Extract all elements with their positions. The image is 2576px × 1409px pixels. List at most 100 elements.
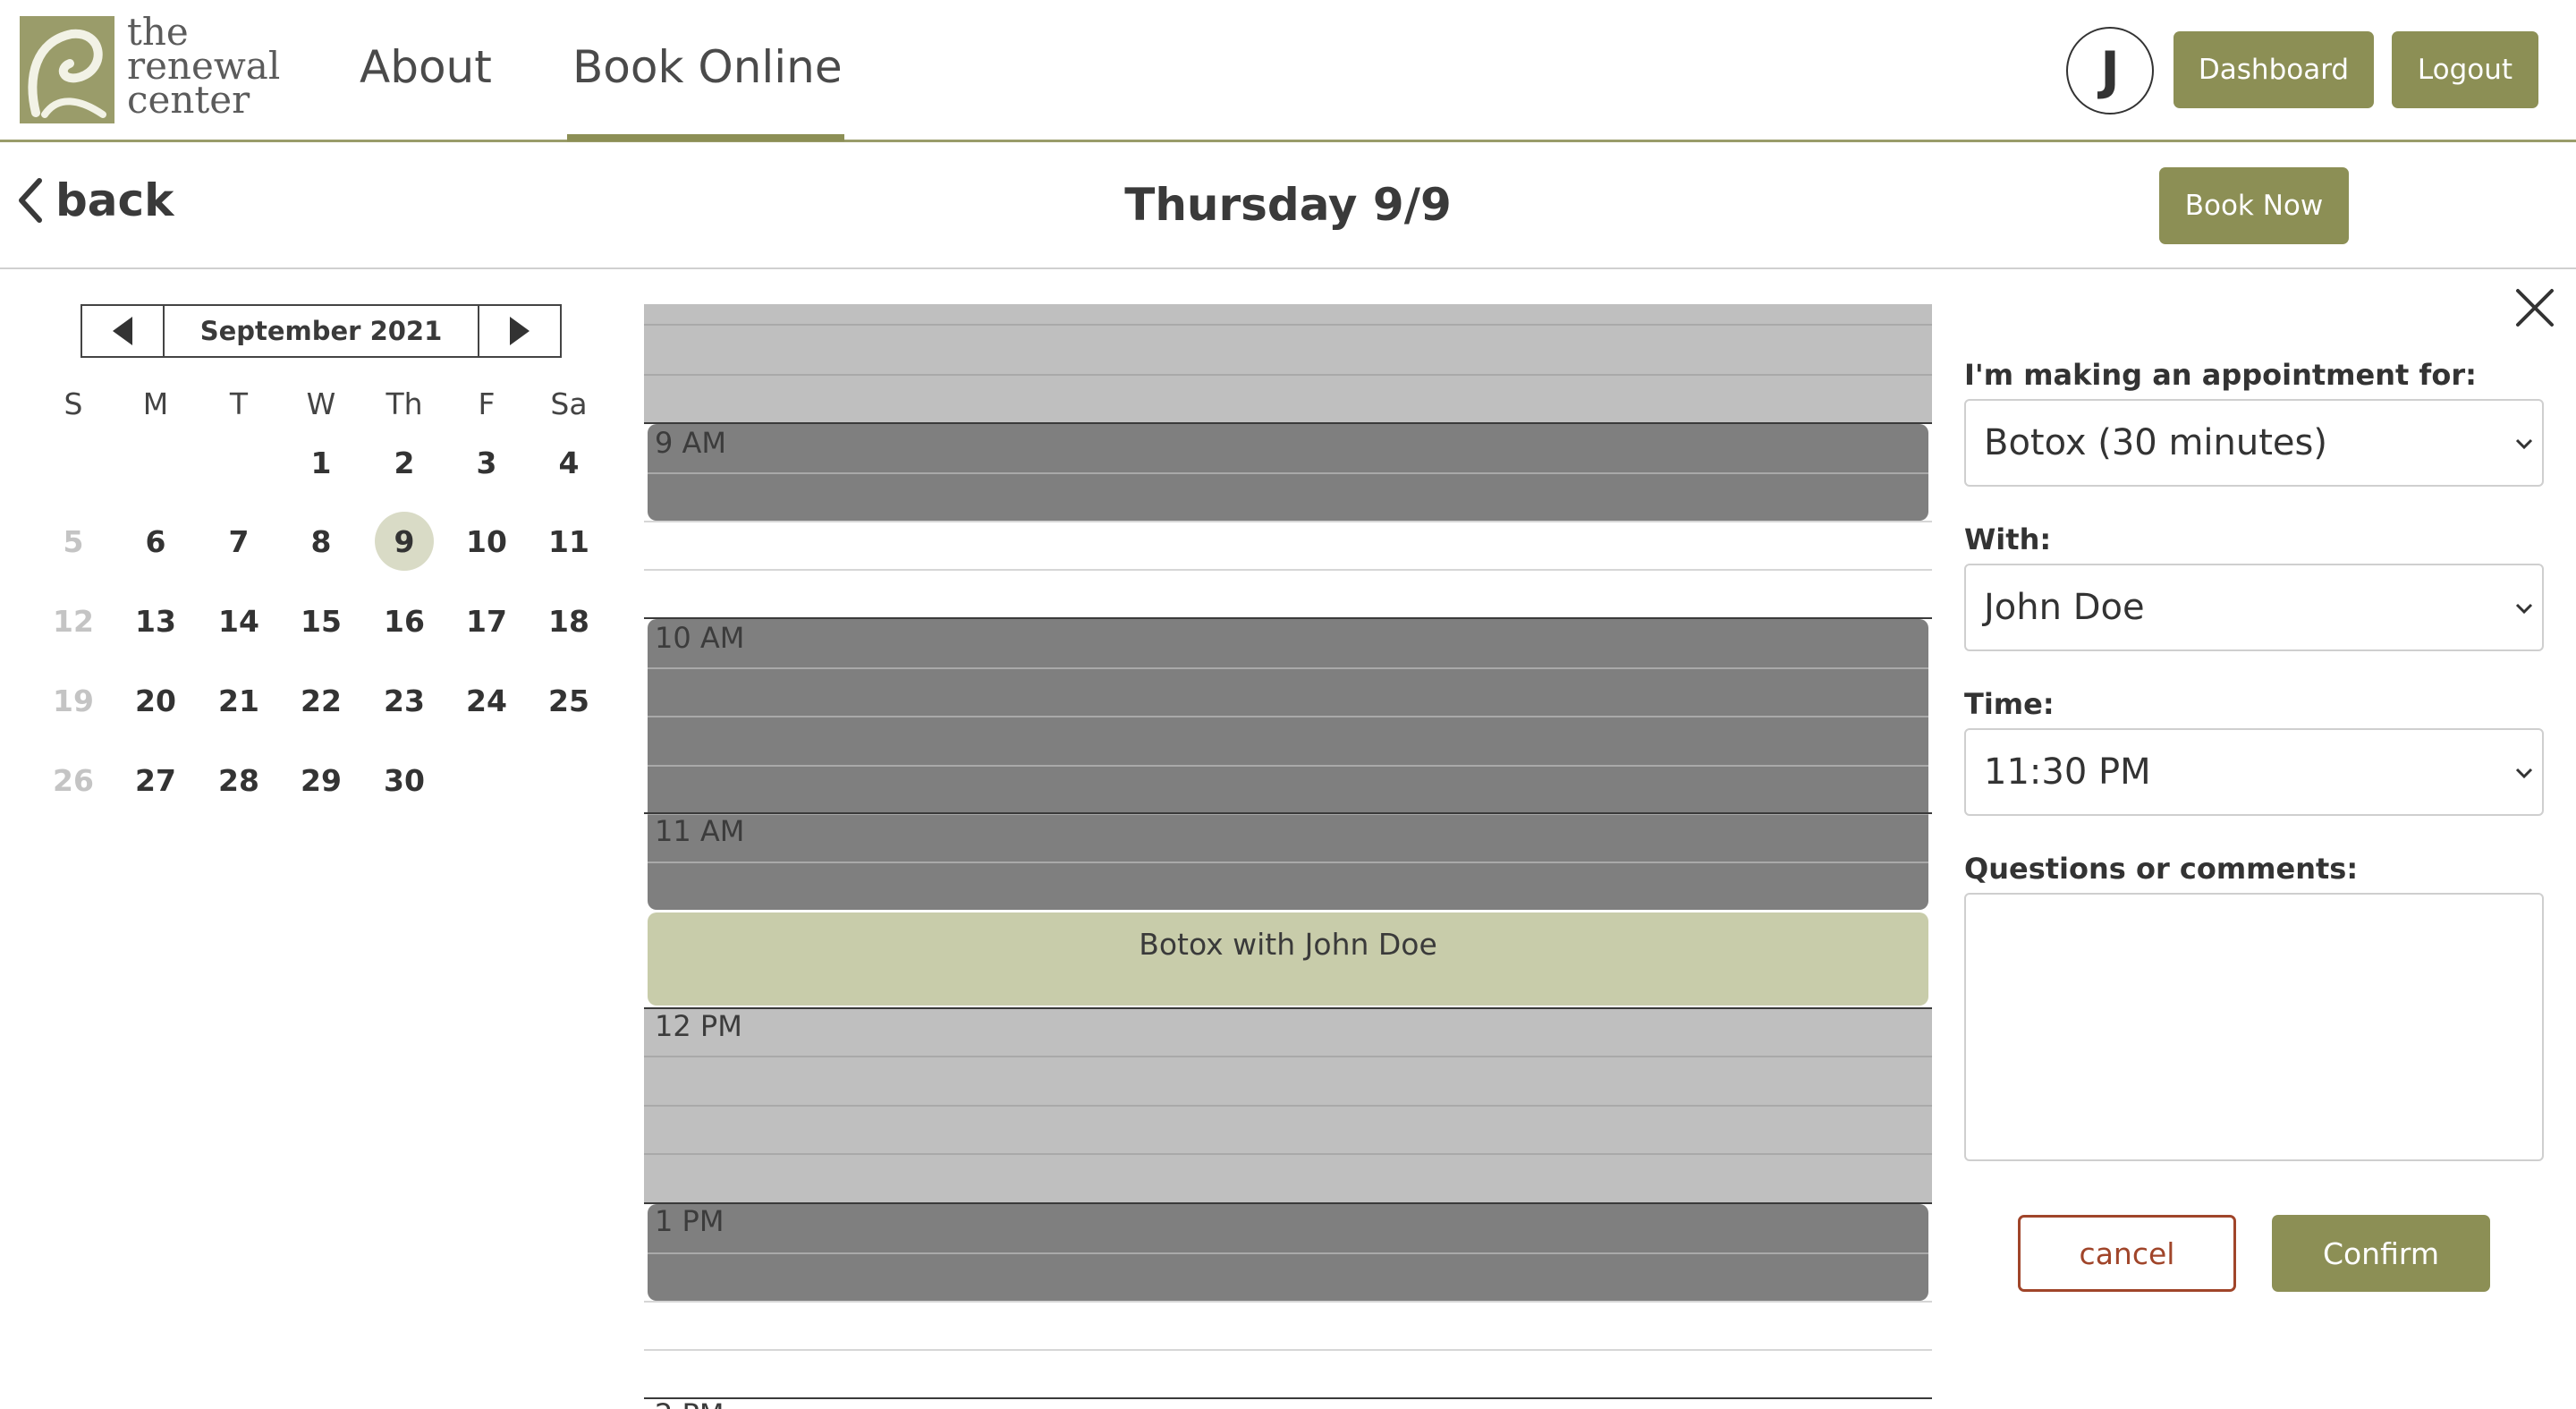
book-now-button[interactable]: Book Now [2159,167,2349,244]
calendar-day[interactable]: 23 [363,672,445,731]
calendar-day: 12 [53,604,94,639]
calendar-day[interactable]: 28 [198,751,280,811]
month-navigator: September 2021 [80,304,562,358]
calendar-day[interactable]: 24 [445,672,528,731]
top-navigation-bar: the renewal center About Book Online J D… [0,0,2576,142]
calendar-day[interactable]: 30 [363,751,445,811]
hour-line [644,617,1932,619]
calendar-day: 19 [53,683,94,718]
calendar-day: 26 [53,763,94,798]
calendar-day[interactable]: 13 [114,592,197,651]
hour-label: 9 AM [655,426,727,460]
weekday-header: Sa [550,386,588,421]
calendar-day[interactable]: 14 [198,592,280,651]
slot-line [644,1349,1932,1351]
calendar-day[interactable]: 16 [363,592,445,651]
hour-label: 2 PM [655,1397,724,1409]
comments-label: Questions or comments: [1964,852,2359,886]
calendar-day[interactable]: 21 [198,672,280,731]
hour-label: 11 AM [655,814,745,848]
page-title: Thursday 9/9 [1124,179,1452,231]
booked-slot [648,619,1928,910]
triangle-right-icon [510,317,530,345]
comments-textarea[interactable] [1964,893,2544,1161]
previous-month-button[interactable] [82,306,163,356]
logout-button[interactable]: Logout [2392,31,2538,108]
back-label: back [55,174,174,226]
provider-select[interactable]: John Doe [1964,564,2544,651]
cancel-button[interactable]: cancel [2018,1215,2236,1292]
logo-text-line: center [127,78,250,122]
hour-line [644,422,1932,424]
with-label: With: [1964,522,2052,556]
chevron-down-icon [2515,603,2533,615]
confirm-button[interactable]: Confirm [2272,1215,2490,1292]
appointment-label: Botox with John Doe [1139,927,1437,962]
month-label: September 2021 [163,306,479,356]
calendar-day[interactable]: 17 [445,592,528,651]
hour-line [644,812,1932,814]
hour-line [644,1397,1932,1399]
booked-slot [648,1204,1928,1301]
unavailable-slot [644,304,1932,424]
active-nav-indicator [567,134,844,141]
selected-appointment[interactable]: Botox with John Doe [648,912,1928,1006]
calendar-day[interactable]: 10 [445,513,528,572]
slot-line [644,1301,1932,1303]
hour-label: 12 PM [655,1009,742,1043]
calendar-day[interactable]: 4 [528,434,610,493]
calendar-day[interactable]: 7 [198,513,280,572]
hour-label: 1 PM [655,1204,724,1238]
weekday-header: M [142,386,169,421]
user-avatar[interactable]: J [2066,27,2154,115]
logo-mark-icon [20,16,114,123]
nav-link-book-online[interactable]: Book Online [572,41,843,93]
triangle-left-icon [113,317,132,345]
service-select-value: Botox (30 minutes) [1984,422,2327,463]
calendar-day: 5 [63,524,84,559]
slot-line [644,569,1932,571]
weekday-header: S [64,386,83,421]
time-select[interactable]: 11:30 PM [1964,728,2544,816]
chevron-left-icon [19,178,42,223]
calendar-day[interactable]: 2 [363,434,445,493]
weekday-header: Th [386,386,423,421]
hour-line [644,1202,1932,1204]
calendar-day[interactable]: 20 [114,672,197,731]
calendar-day[interactable]: 11 [528,513,610,572]
calendar-day[interactable]: 15 [280,592,362,651]
time-label: Time: [1964,687,2055,721]
calendar-day[interactable]: 25 [528,672,610,731]
calendar-day[interactable]: 9 [363,513,445,572]
close-icon [2516,289,2554,327]
calendar-day[interactable]: 3 [445,434,528,493]
logo[interactable]: the renewal center [18,13,286,131]
provider-select-value: John Doe [1984,587,2145,628]
calendar-day[interactable]: 6 [114,513,197,572]
weekday-header: T [229,386,249,421]
slot-line [644,521,1932,522]
weekday-header: F [478,386,496,421]
calendar-day[interactable]: 18 [528,592,610,651]
weekday-header: W [306,386,336,421]
service-label: I'm making an appointment for: [1964,358,2477,392]
calendar-day[interactable]: 8 [280,513,362,572]
calendar-day[interactable]: 22 [280,672,362,731]
calendar-day[interactable]: 1 [280,434,362,493]
hour-line [644,1007,1932,1009]
dashboard-button[interactable]: Dashboard [2174,31,2374,108]
calendar-day[interactable]: 27 [114,751,197,811]
unavailable-slot [644,1007,1932,1202]
nav-link-about[interactable]: About [360,41,492,93]
hour-label: 10 AM [655,621,745,655]
day-schedule[interactable]: Botox with John Doe 9 AM 10 AM 11 AM 12 … [644,304,1932,1409]
back-link[interactable]: back [16,174,174,226]
calendar-day[interactable]: 29 [280,751,362,811]
next-month-button[interactable] [479,306,560,356]
close-button[interactable] [2515,288,2555,327]
time-select-value: 11:30 PM [1984,751,2151,793]
chevron-down-icon [2515,438,2533,450]
service-select[interactable]: Botox (30 minutes) [1964,399,2544,487]
booked-slot [648,424,1928,521]
chevron-down-icon [2515,768,2533,779]
